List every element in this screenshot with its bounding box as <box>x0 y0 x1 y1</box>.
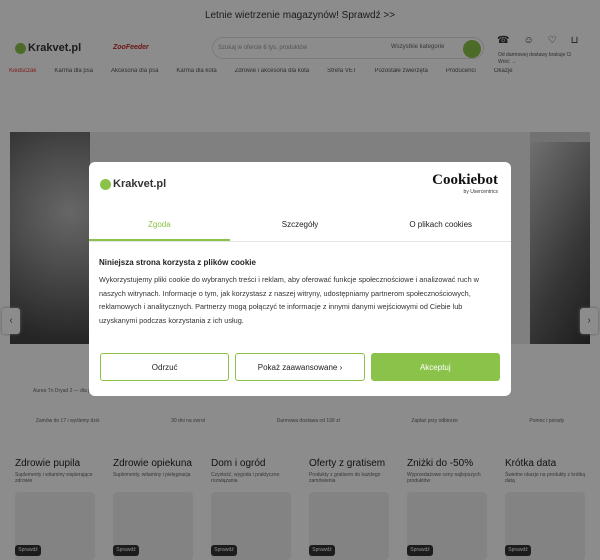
dialog-buttons: Odrzuć Pokaż zaawansowane › Akceptuj <box>100 353 500 381</box>
cookiebot-sub: by Usercentrics <box>463 189 498 195</box>
cookiebot-logo[interactable]: Cookiebot by Usercentrics <box>432 172 498 195</box>
cookiebot-title: Cookiebot <box>432 172 498 188</box>
chevron-right-icon: › <box>339 363 343 372</box>
dialog-tabs: Zgoda Szczegóły O plikach cookies <box>89 209 511 242</box>
cookie-consent-dialog: Krakvet.pl Cookiebot by Usercentrics Zgo… <box>89 162 511 396</box>
dialog-body: Niniejsza strona korzysta z plików cooki… <box>99 258 499 327</box>
dialog-logo: Krakvet.pl <box>100 178 166 190</box>
dialog-logo-text: Krakvet.pl <box>113 178 167 190</box>
dialog-heading: Niniejsza strona korzysta z plików cooki… <box>99 258 256 267</box>
tab-details[interactable]: Szczegóły <box>230 209 371 241</box>
tab-about-cookies[interactable]: O plikach cookies <box>370 209 511 241</box>
reject-button[interactable]: Odrzuć <box>100 353 230 381</box>
advanced-label: Pokaż zaawansowane <box>257 363 338 372</box>
dialog-text: Wykorzystujemy pliki cookie do wybranych… <box>99 275 479 325</box>
paw-icon <box>100 178 111 190</box>
tab-consent[interactable]: Zgoda <box>89 209 230 241</box>
advanced-button[interactable]: Pokaż zaawansowane › <box>235 353 365 381</box>
accept-button[interactable]: Akceptuj <box>370 353 500 381</box>
